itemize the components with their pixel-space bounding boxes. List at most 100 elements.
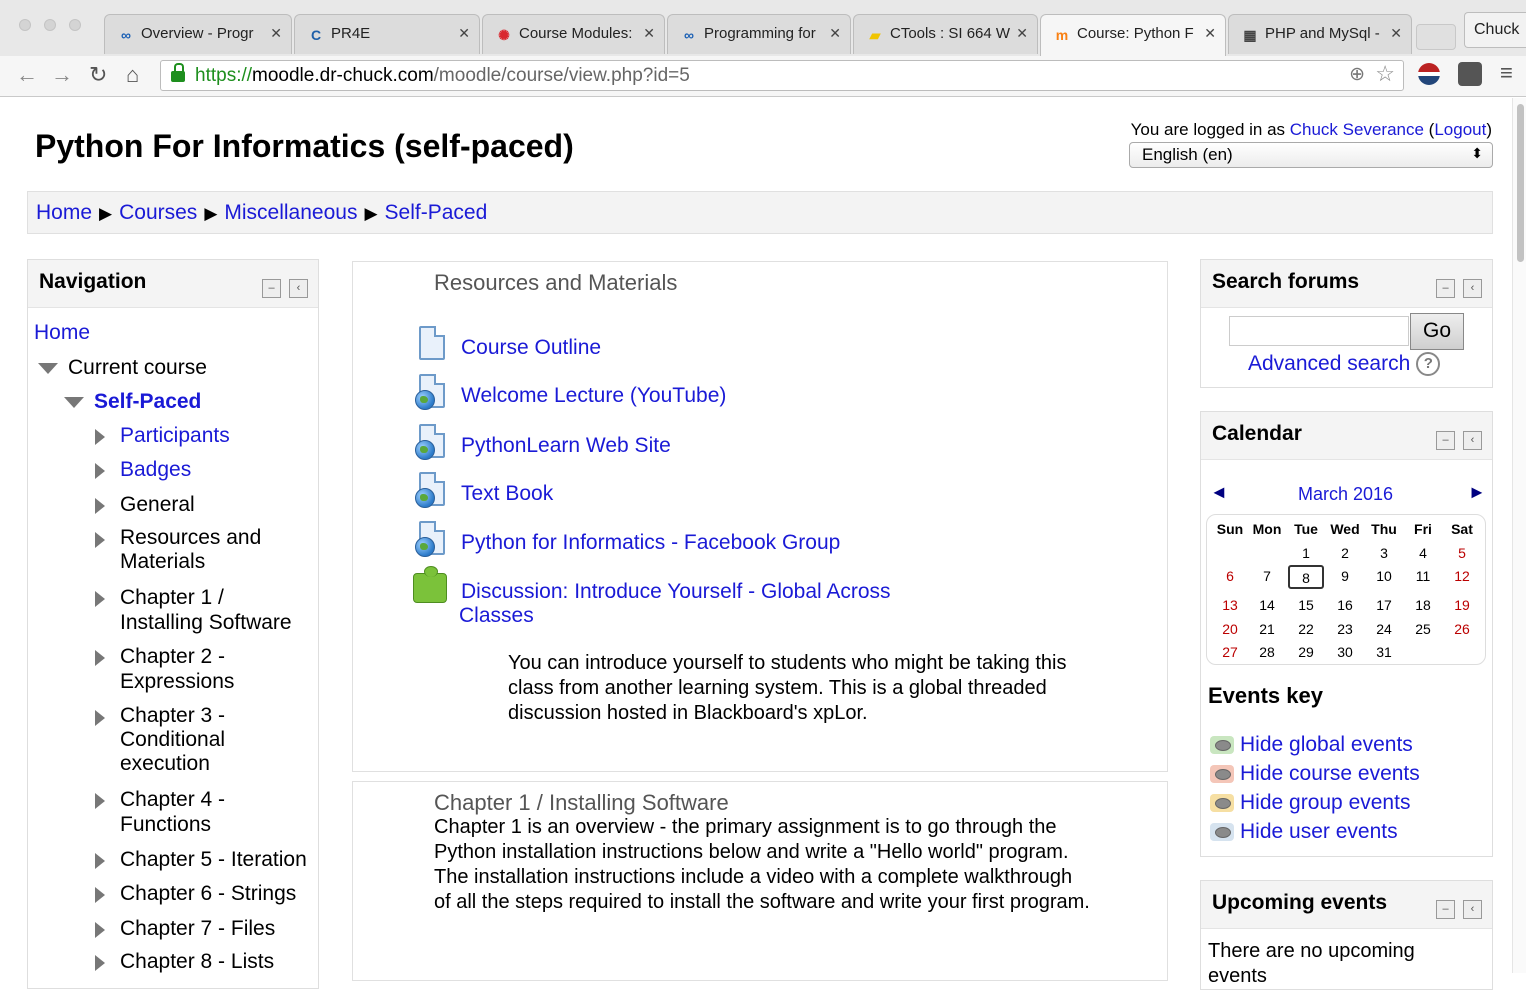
flag-extension-icon[interactable] (1418, 63, 1440, 85)
minimize-window-button[interactable] (44, 19, 56, 31)
close-tab-icon[interactable]: ✕ (643, 25, 655, 42)
collapse-icon[interactable]: – (1436, 900, 1455, 919)
collapsed-arrow-icon[interactable] (95, 532, 105, 548)
expanded-arrow-icon[interactable] (38, 363, 58, 374)
search-go-button[interactable]: Go (1410, 313, 1464, 350)
nav-item[interactable]: Badges (120, 457, 310, 482)
calendar-month[interactable]: March 2016 (1298, 484, 1393, 505)
close-tab-icon[interactable]: ✕ (829, 25, 841, 42)
collapse-icon[interactable]: – (1436, 279, 1455, 298)
tab-title: PR4E (331, 25, 371, 42)
collapsed-arrow-icon[interactable] (95, 429, 105, 445)
close-tab-icon[interactable]: ✕ (1204, 25, 1216, 42)
nav-item[interactable]: Participants (120, 423, 310, 448)
nav-item[interactable]: Chapter 3 - Conditional execution (120, 704, 310, 776)
scrollbar-thumb[interactable] (1517, 104, 1524, 262)
resource-link[interactable]: PythonLearn Web Site (461, 434, 671, 457)
new-tab-button[interactable] (1416, 24, 1456, 50)
zoom-icon[interactable]: ⊕ (1349, 63, 1365, 86)
resource-link[interactable]: Python for Informatics - Facebook Group (461, 531, 840, 554)
collapsed-arrow-icon[interactable] (95, 853, 105, 869)
calendar-day: 3 (1380, 545, 1388, 561)
profile-button[interactable]: Chuck (1464, 12, 1526, 48)
expanded-arrow-icon[interactable] (64, 397, 84, 408)
nav-current-course[interactable]: Current course (68, 355, 207, 380)
breadcrumb-home[interactable]: Home (36, 201, 92, 224)
dock-icon[interactable]: ‹ (1463, 431, 1482, 450)
browser-tab[interactable]: ▰ CTools : SI 664 W ✕ (853, 14, 1038, 54)
breadcrumb-self-paced[interactable]: Self-Paced (385, 201, 488, 224)
logout-link[interactable]: Logout (1434, 120, 1486, 139)
discussion-link[interactable]: Discussion: Introduce Yourself - Global … (461, 580, 891, 603)
collapse-icon[interactable]: – (262, 279, 281, 298)
collapsed-arrow-icon[interactable] (95, 887, 105, 903)
dock-icon[interactable]: ‹ (1463, 279, 1482, 298)
hide-events-link[interactable]: Hide course events (1240, 762, 1420, 785)
calendar-prev-icon[interactable]: ◄ (1210, 482, 1228, 503)
browser-tab[interactable]: m Course: Python F ✕ (1040, 14, 1226, 56)
search-input[interactable] (1229, 316, 1409, 346)
collapsed-arrow-icon[interactable] (95, 922, 105, 938)
resource-link[interactable]: Course Outline (461, 336, 601, 359)
user-link[interactable]: Chuck Severance (1290, 120, 1424, 139)
address-bar[interactable]: https://moodle.dr-chuck.com/moodle/cours… (160, 60, 1404, 91)
nav-item[interactable]: Chapter 8 - Lists (120, 949, 310, 974)
close-tab-icon[interactable]: ✕ (1390, 25, 1402, 42)
nav-item[interactable]: Chapter 2 - Expressions (120, 644, 310, 694)
resource-link[interactable]: Text Book (461, 482, 553, 505)
collapsed-arrow-icon[interactable] (95, 498, 105, 514)
discussion-link-continued[interactable]: Classes (459, 604, 534, 628)
document-icon (415, 326, 449, 364)
close-window-button[interactable] (19, 19, 31, 31)
nav-item[interactable]: Chapter 7 - Files (120, 916, 310, 941)
breadcrumb-courses[interactable]: Courses (119, 201, 197, 224)
nav-item[interactable]: Resources and Materials (120, 526, 310, 574)
hide-events-link[interactable]: Hide user events (1240, 820, 1398, 843)
resource-link[interactable]: Welcome Lecture (YouTube) (461, 384, 726, 407)
hide-events-link[interactable]: Hide group events (1240, 791, 1410, 814)
nav-item[interactable]: Chapter 6 - Strings (120, 881, 310, 906)
close-tab-icon[interactable]: ✕ (1016, 25, 1028, 42)
close-tab-icon[interactable]: ✕ (458, 25, 470, 42)
browser-tab[interactable]: ∞ Programming for ✕ (667, 14, 851, 54)
nav-item[interactable]: Chapter 1 / Installing Software (120, 585, 310, 635)
page-scrollbar[interactable] (1512, 98, 1526, 973)
collapsed-arrow-icon[interactable] (95, 710, 105, 726)
nav-course-self-paced[interactable]: Self-Paced (94, 389, 201, 414)
nav-item[interactable]: General (120, 492, 310, 517)
collapsed-arrow-icon[interactable] (95, 650, 105, 666)
help-icon[interactable]: ? (1416, 352, 1441, 377)
collapse-icon[interactable]: – (1436, 431, 1455, 450)
nav-item[interactable]: Chapter 5 - Iteration (120, 847, 310, 872)
browser-tab[interactable]: ∞ Overview - Progr ✕ (104, 14, 292, 54)
browser-tab[interactable]: ▦ PHP and MySql - ✕ (1228, 14, 1412, 54)
forward-arrow-icon[interactable]: → (51, 62, 73, 88)
calendar-day: 12 (1454, 568, 1470, 584)
menu-icon[interactable]: ≡ (1500, 60, 1513, 86)
dock-icon[interactable]: ‹ (1463, 900, 1482, 919)
advanced-search-link[interactable]: Advanced search (1248, 352, 1410, 375)
collapsed-arrow-icon[interactable] (95, 793, 105, 809)
extension-icon[interactable] (1458, 62, 1482, 86)
browser-tab[interactable]: ✺ Course Modules: ✕ (482, 14, 665, 54)
browser-tab[interactable]: C PR4E ✕ (294, 14, 480, 54)
breadcrumb-miscellaneous[interactable]: Miscellaneous (224, 201, 357, 224)
home-icon[interactable]: ⌂ (126, 62, 139, 88)
close-tab-icon[interactable]: ✕ (270, 25, 282, 42)
nav-item[interactable]: Chapter 4 - Functions (120, 787, 310, 837)
language-select[interactable]: English (en) ⬍ (1129, 142, 1493, 168)
collapsed-arrow-icon[interactable] (95, 591, 105, 607)
calendar-next-icon[interactable]: ► (1468, 482, 1486, 503)
calendar-day-header: Fri (1414, 521, 1432, 537)
collapsed-arrow-icon[interactable] (95, 955, 105, 971)
bookmark-star-icon[interactable]: ☆ (1375, 61, 1395, 87)
login-prefix: You are logged in as (1130, 120, 1290, 139)
hide-events-link[interactable]: Hide global events (1240, 733, 1413, 756)
dock-icon[interactable]: ‹ (289, 279, 308, 298)
zoom-window-button[interactable] (69, 19, 81, 31)
reload-icon[interactable]: ↻ (89, 62, 107, 88)
collapsed-arrow-icon[interactable] (95, 463, 105, 479)
back-arrow-icon[interactable]: ← (16, 62, 38, 88)
section-resources: Resources and Materials Course Outline We… (352, 261, 1168, 772)
nav-home[interactable]: Home (34, 320, 90, 345)
